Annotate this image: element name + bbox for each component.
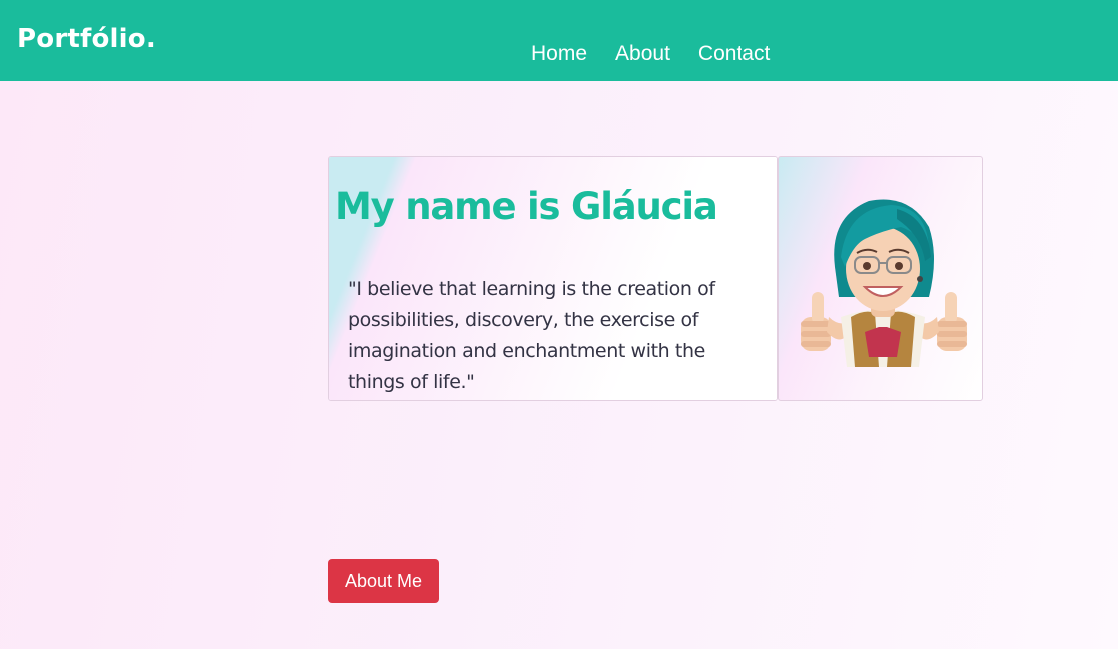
hero-quote: "I believe that learning is the creation… (348, 278, 715, 393)
brand-logo[interactable]: Portfólio. (17, 24, 156, 54)
nav-link-about[interactable]: About (615, 42, 670, 66)
hero-title: My name is Gláucia (335, 185, 718, 228)
right-thumb-icon (937, 292, 967, 351)
nav-link-home[interactable]: Home (531, 42, 587, 66)
nav-links: Home About Contact (531, 42, 798, 66)
about-me-button[interactable]: About Me (328, 559, 439, 603)
navbar: Portfólio. Home About Contact (0, 0, 1118, 81)
avatar-card (778, 156, 983, 401)
intro-card: My name is Gláucia "I believe that learn… (328, 156, 778, 401)
left-thumb-icon (801, 292, 831, 351)
avatar-thumbs-up-icon (801, 199, 967, 367)
nav-link-contact[interactable]: Contact (698, 42, 770, 66)
